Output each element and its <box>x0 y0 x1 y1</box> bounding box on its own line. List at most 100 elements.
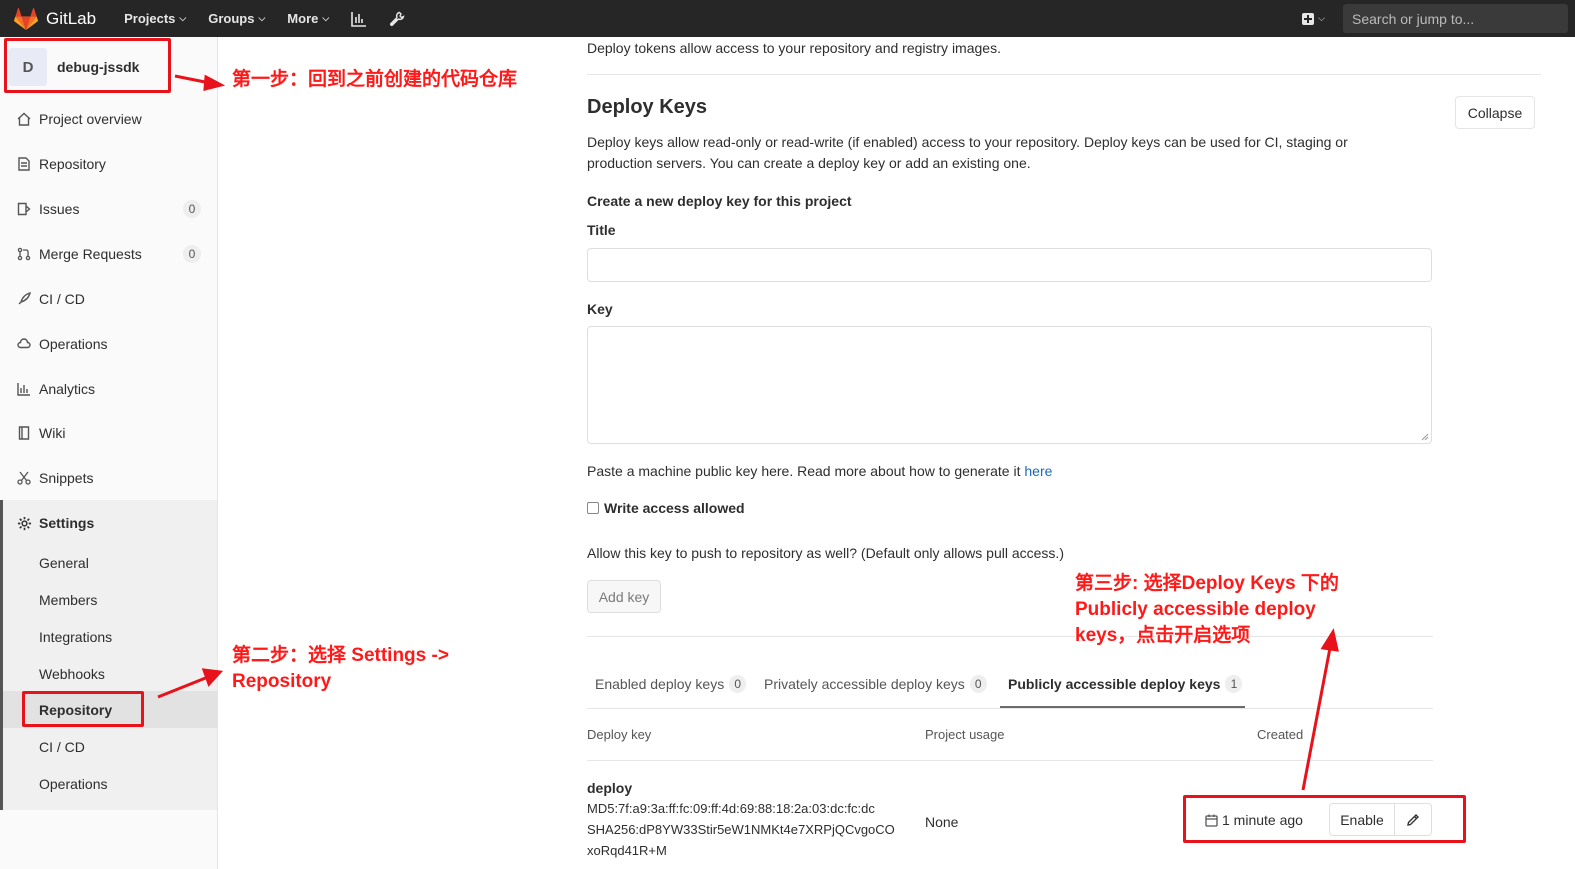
title-label: Title <box>587 222 616 238</box>
settings-sub-webhooks[interactable]: Webhooks <box>39 666 105 682</box>
sidebar-item-operations[interactable]: Operations <box>0 329 217 359</box>
annotation-step1: 第一步：回到之前创建的代码仓库 <box>232 69 518 90</box>
project-usage-value: None <box>925 814 959 830</box>
sidebar-item-project-overview[interactable]: Project overview <box>0 104 217 134</box>
activity-chart-icon[interactable] <box>351 11 367 27</box>
nav-projects[interactable]: Projects ⌵ <box>124 11 186 26</box>
issues-icon <box>16 201 32 217</box>
admin-wrench-icon[interactable] <box>389 11 405 27</box>
arrow-step3 <box>1301 647 1332 791</box>
tab-label: Publicly accessible deploy keys <box>1008 676 1221 692</box>
settings-sub-ci-cd[interactable]: CI / CD <box>39 739 85 755</box>
resize-handle-icon[interactable] <box>1421 433 1429 441</box>
settings-sub-integrations[interactable]: Integrations <box>39 629 112 645</box>
annotation-step3: 第三步: 选择Deploy Keys 下的 Publicly accessibl… <box>1075 573 1339 646</box>
settings-section <box>0 500 217 810</box>
title-input[interactable] <box>587 248 1432 282</box>
chevron-down-icon: ⌵ <box>1318 13 1325 23</box>
deploy-key-sha256-cont: xoRqd41R+M <box>587 843 667 858</box>
tab-publicly-accessible-deploy-keys[interactable]: Publicly accessible deploy keys 1 <box>1008 675 1243 693</box>
sidebar-item-analytics[interactable]: Analytics <box>0 374 217 404</box>
settings-sub-general[interactable]: General <box>39 555 89 571</box>
sidebar-item-label: Snippets <box>39 470 94 486</box>
annotation-box-repository <box>22 691 144 727</box>
key-label: Key <box>587 301 613 317</box>
sidebar-item-snippets[interactable]: Snippets <box>0 463 217 493</box>
help-text: Paste a machine public key here. Read mo… <box>587 463 1025 479</box>
nav-groups-label: Groups <box>208 11 255 26</box>
book-icon <box>16 425 32 441</box>
deploy-key-md5: MD5:7f:a9:3a:ff:fc:09:ff:4d:69:88:18:2a:… <box>587 801 875 816</box>
gitlab-logo[interactable]: GitLab <box>14 7 97 30</box>
annotation-box-enable <box>1183 795 1466 843</box>
column-header-deploy-key: Deploy key <box>587 727 652 742</box>
sidebar-item-repository[interactable]: Repository <box>0 149 217 179</box>
column-header-created: Created <box>1257 727 1304 742</box>
sidebar-item-label: Project overview <box>39 111 142 127</box>
sidebar-item-ci-cd[interactable]: CI / CD <box>0 284 217 314</box>
doc-icon <box>16 156 32 172</box>
tab-count-badge: 0 <box>729 675 747 693</box>
nav-more[interactable]: More ⌵ <box>287 11 329 26</box>
sidebar-item-label: Merge Requests <box>39 246 142 262</box>
sidebar-item-label: Settings <box>39 515 95 531</box>
write-access-label: Write access allowed <box>604 500 745 516</box>
plus-square-icon <box>1302 12 1315 25</box>
add-key-button[interactable]: Add key <box>587 580 661 613</box>
settings-sub-members[interactable]: Members <box>39 592 97 608</box>
issues-count-badge: 0 <box>183 200 201 218</box>
help-link[interactable]: here <box>1024 463 1052 479</box>
write-access-checkbox[interactable] <box>587 502 599 514</box>
sidebar-item-merge-requests[interactable]: Merge Requests 0 <box>0 239 217 269</box>
nav-more-label: More <box>287 11 319 26</box>
tab-privately-accessible-deploy-keys[interactable]: Privately accessible deploy keys 0 <box>764 675 987 693</box>
tab-count-badge: 1 <box>1225 675 1243 693</box>
brand-name: GitLab <box>46 8 97 28</box>
settings-sub-operations[interactable]: Operations <box>39 776 107 792</box>
search-input[interactable]: Search or jump to... <box>1343 4 1568 33</box>
sidebar-item-issues[interactable]: Issues 0 <box>0 194 217 224</box>
tab-count-badge: 0 <box>969 675 987 693</box>
project-sidebar: D debug-jssdk Project overview Repositor… <box>0 37 218 869</box>
chevron-down-icon: ⌵ <box>179 13 187 23</box>
chevron-down-icon: ⌵ <box>258 13 266 23</box>
nav-groups[interactable]: Groups ⌵ <box>208 11 265 26</box>
create-key-heading: Create a new deploy key for this project <box>587 193 852 209</box>
sidebar-item-label: Wiki <box>39 425 66 441</box>
tab-label: Enabled deploy keys <box>595 676 725 692</box>
cloud-icon <box>16 336 32 352</box>
key-textarea[interactable] <box>587 326 1432 444</box>
chart-icon <box>16 381 32 397</box>
nav-projects-label: Projects <box>124 11 176 26</box>
home-icon <box>16 111 32 127</box>
sidebar-item-label: Analytics <box>39 381 96 397</box>
sidebar-item-label: Repository <box>39 156 106 172</box>
deploy-keys-heading: Deploy Keys <box>587 96 708 118</box>
key-help-text: Paste a machine public key here. Read mo… <box>587 463 1052 479</box>
deploy-key-name: deploy <box>587 780 633 796</box>
collapse-button[interactable]: Collapse <box>1455 96 1535 129</box>
gitlab-tanuki-icon <box>14 7 38 30</box>
top-navbar: GitLab Projects ⌵ Groups ⌵ More ⌵ ⌵ Search … <box>0 0 1575 37</box>
divider <box>587 74 1541 75</box>
annotation-step2: 第二步：选择 Settings -> Repository <box>232 645 449 692</box>
write-access-row[interactable]: Write access allowed <box>587 500 745 516</box>
deploy-key-sha256: SHA256:dP8YW33Stir5eW1NMKt4e7XRPjQCvgoCO <box>587 822 895 837</box>
divider <box>587 760 1433 761</box>
tab-enabled-deploy-keys[interactable]: Enabled deploy keys 0 <box>595 675 747 693</box>
divider <box>587 708 1433 709</box>
sidebar-item-label: Operations <box>39 336 108 352</box>
scissors-icon <box>16 470 32 486</box>
merge-icon <box>16 246 32 262</box>
sidebar-item-wiki[interactable]: Wiki <box>0 418 217 448</box>
sidebar-item-label: Issues <box>39 201 80 217</box>
sidebar-item-label: CI / CD <box>39 291 85 307</box>
annotation-box-project <box>4 38 171 93</box>
tab-label: Privately accessible deploy keys <box>764 676 965 692</box>
deploy-keys-description: Deploy keys allow read-only or read-writ… <box>587 134 1348 171</box>
new-item-dropdown[interactable]: ⌵ <box>1302 12 1325 25</box>
sidebar-item-settings[interactable]: Settings <box>0 508 217 538</box>
write-access-help: Allow this key to push to repository as … <box>587 545 1064 561</box>
column-header-project-usage: Project usage <box>925 727 1005 742</box>
merge-requests-count-badge: 0 <box>183 245 201 263</box>
